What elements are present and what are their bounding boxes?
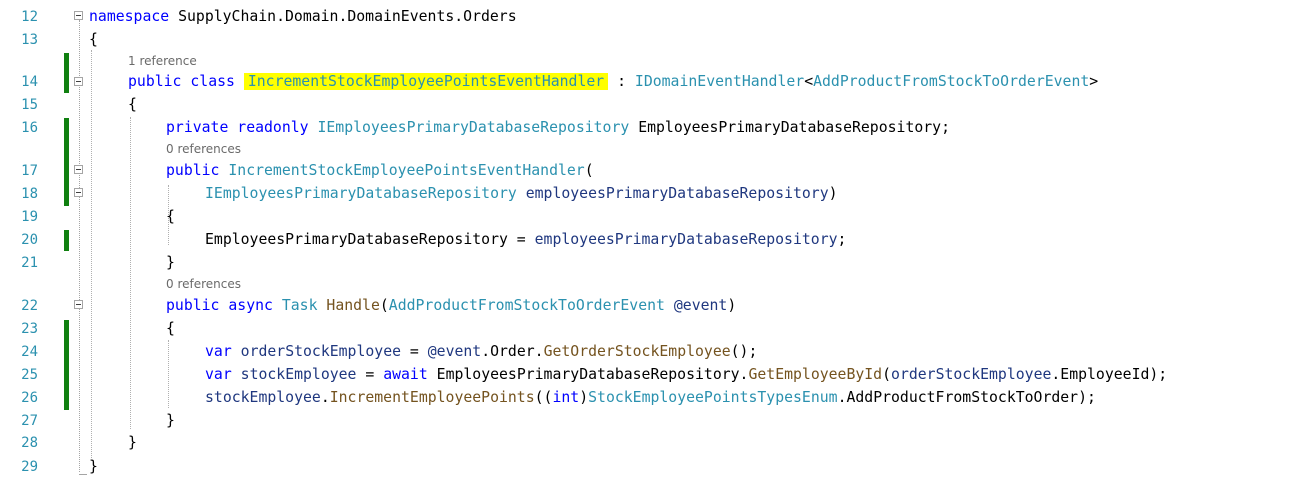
line-number: 27	[21, 413, 38, 429]
code-line-21[interactable]: }	[166, 252, 175, 274]
highlighted-class-name: IncrementStockEmployeePointsEventHandler	[243, 73, 609, 90]
line-number: 28	[21, 435, 38, 451]
outline-end	[79, 474, 87, 475]
line-number: 19	[21, 209, 38, 225]
code-line-27[interactable]: }	[166, 410, 175, 432]
collapse-constructor-params-icon[interactable]	[74, 188, 83, 197]
line-number: 24	[21, 344, 38, 360]
line-number: 22	[21, 298, 38, 314]
code-line-19[interactable]: {	[166, 206, 175, 228]
code-line-23[interactable]: {	[166, 318, 175, 340]
code-line-26[interactable]: stockEmployee.IncrementEmployeePoints((i…	[205, 387, 1096, 409]
codelens-class-references[interactable]: 1 reference	[128, 53, 197, 69]
indent-guide	[91, 50, 92, 458]
code-line-17[interactable]: public IncrementStockEmployeePointsEvent…	[166, 160, 594, 182]
line-number: 12	[21, 9, 38, 25]
code-line-14[interactable]: public class IncrementStockEmployeePoint…	[128, 71, 1098, 93]
code-line-29[interactable]: }	[89, 456, 98, 478]
code-line-13[interactable]: {	[89, 29, 98, 51]
indent-guide	[168, 340, 169, 408]
codelens-handle-references[interactable]: 0 references	[166, 276, 241, 292]
code-line-25[interactable]: var stockEmployee = await EmployeesPrima…	[205, 364, 1167, 386]
line-number: 29	[21, 459, 38, 475]
line-number: 15	[21, 97, 38, 113]
codelens-constructor-references[interactable]: 0 references	[166, 141, 241, 157]
collapse-namespace-icon[interactable]	[74, 11, 83, 20]
line-number: 13	[21, 32, 38, 48]
outline-line	[79, 20, 80, 472]
change-indicator	[64, 320, 69, 410]
code-editor[interactable]: 12 13 14 15 16 17 18 19 20 21 22 23 24 2…	[0, 0, 1297, 479]
line-number: 26	[21, 390, 38, 406]
line-number: 17	[21, 163, 38, 179]
code-line-24[interactable]: var orderStockEmployee = @event.Order.Ge…	[205, 341, 757, 363]
collapse-method-icon[interactable]	[74, 300, 83, 309]
indent-guide	[130, 117, 131, 429]
code-line-18[interactable]: IEmployeesPrimaryDatabaseRepository empl…	[205, 183, 838, 205]
line-number: 18	[21, 186, 38, 202]
change-indicator	[64, 230, 69, 251]
line-number: 14	[21, 74, 38, 90]
line-number: 25	[21, 367, 38, 383]
code-line-16[interactable]: private readonly IEmployeesPrimaryDataba…	[166, 117, 950, 139]
code-line-12[interactable]: namespace SupplyChain.Domain.DomainEvent…	[89, 6, 517, 28]
line-number: 23	[21, 321, 38, 337]
change-indicator	[64, 118, 69, 206]
code-line-20[interactable]: EmployeesPrimaryDatabaseRepository = emp…	[205, 229, 846, 251]
change-indicator	[64, 53, 69, 93]
code-line-15[interactable]: {	[128, 94, 137, 116]
line-number: 21	[21, 255, 38, 271]
line-number: 20	[21, 232, 38, 248]
code-line-28[interactable]: }	[128, 432, 137, 454]
code-line-22[interactable]: public async Task Handle(AddProductFromS…	[166, 295, 736, 317]
line-number: 16	[21, 120, 38, 136]
collapse-constructor-icon[interactable]	[74, 165, 83, 174]
collapse-class-icon[interactable]	[74, 77, 83, 86]
